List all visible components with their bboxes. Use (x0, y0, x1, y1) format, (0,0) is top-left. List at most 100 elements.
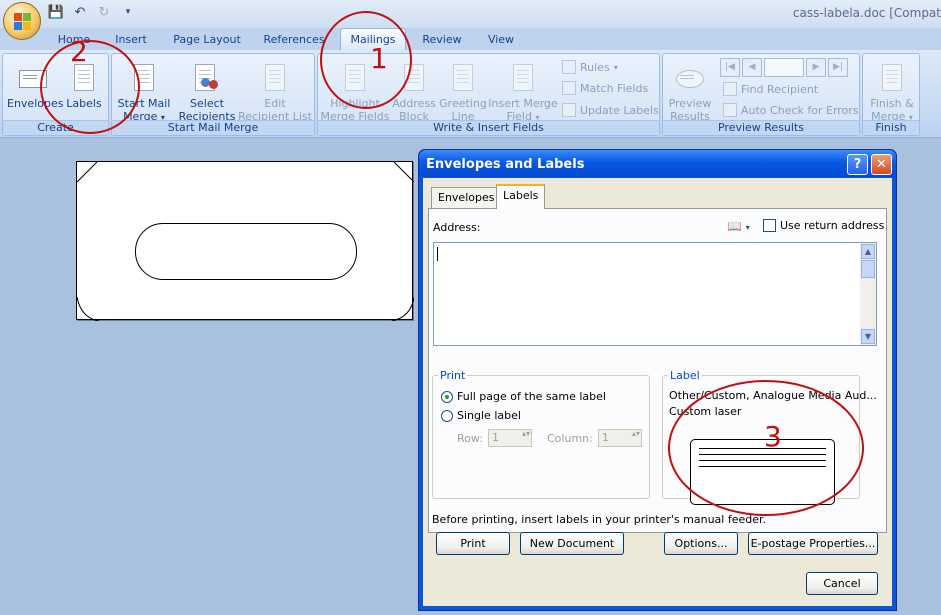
record-navigation: |◀ ◀ ▶ ▶| (720, 58, 848, 77)
row-label: Row: (457, 431, 483, 445)
insert-field-icon (507, 62, 539, 94)
undo-icon[interactable]: ↶ (72, 4, 88, 20)
auto-check-errors-button[interactable]: Auto Check for Errors (723, 103, 859, 117)
select-recipients-line1: Select (190, 97, 224, 110)
tab-labels[interactable]: Labels (496, 184, 546, 209)
scroll-thumb[interactable] (861, 260, 875, 278)
close-button[interactable]: ✕ (871, 154, 892, 175)
row-spinner[interactable]: Row: 1 (457, 429, 532, 447)
insert-merge-field-button[interactable]: Insert Merge Field ▾ (488, 62, 558, 124)
tab-envelopes[interactable]: Envelopes (431, 187, 502, 208)
redo-icon[interactable]: ↻ (96, 4, 112, 20)
find-recipient-label: Find Recipient (741, 82, 819, 96)
group-start-mail-merge-label: Start Mail Merge (112, 120, 314, 135)
match-fields-label: Match Fields (580, 81, 649, 95)
text-cursor (437, 247, 438, 261)
edit-list-icon (259, 62, 291, 94)
tab-review[interactable]: Review (420, 31, 464, 50)
full-page-label: Full page of the same label (457, 390, 606, 403)
tab-references[interactable]: References (261, 31, 327, 50)
radio-dot (441, 390, 453, 403)
print-group: Print Full page of the same label Single… (432, 369, 650, 499)
group-start-mail-merge: Start Mail Merge ▾ Select Recipients ▾ E… (111, 53, 315, 136)
address-scrollbar[interactable]: ▲ ▼ (860, 243, 876, 345)
edit-recipient-line1: Edit (264, 97, 286, 110)
group-finish: Finish & Merge ▾ Finish (862, 53, 920, 136)
label-shape (135, 223, 357, 280)
update-labels-label: Update Labels (580, 103, 659, 117)
full-page-radio[interactable]: Full page of the same label (441, 390, 606, 403)
address-line1: Address (392, 97, 436, 110)
group-preview-label: Preview Results (663, 120, 859, 135)
annotation-circle-2 (40, 40, 140, 134)
finish-merge-icon (876, 62, 908, 94)
checkbox-box (763, 219, 776, 232)
auto-check-label: Auto Check for Errors (741, 103, 859, 117)
save-icon[interactable]: 💾 (48, 4, 64, 20)
label-group-legend: Label (668, 369, 702, 382)
finish-merge-button[interactable]: Finish & Merge ▾ (865, 62, 919, 124)
preview-line1: Preview (668, 97, 712, 110)
title-bar: 💾 ↶ ↻ ▾ cass-labela.doc [Compat (0, 0, 941, 28)
annotation-circle-1 (320, 11, 412, 109)
preview-icon (674, 62, 706, 94)
options-button[interactable]: Options... (664, 532, 738, 555)
annotation-number-1: 1 (370, 42, 388, 75)
document-title: cass-labela.doc [Compat (792, 6, 941, 20)
finish-line1: Finish & (870, 97, 914, 110)
annotation-number-2: 2 (70, 35, 88, 68)
envelopes-labels-dialog: Envelopes and Labels ? ✕ Envelopes Label… (418, 149, 897, 611)
address-textarea[interactable]: ▲ ▼ (433, 242, 877, 346)
single-label-radio[interactable]: Single label (441, 409, 521, 422)
help-button[interactable]: ? (847, 154, 868, 175)
last-record-icon[interactable]: ▶| (828, 58, 848, 77)
greeting-icon (447, 62, 479, 94)
use-return-address-label: Use return address (780, 219, 885, 232)
use-return-address-checkbox[interactable]: Use return address (763, 219, 884, 232)
tab-view[interactable]: View (484, 31, 518, 50)
preview-results-button[interactable]: Preview Results (665, 62, 715, 123)
match-fields-icon (562, 81, 576, 95)
dropdown-arrow-icon: ▾ (613, 62, 618, 72)
single-label-label: Single label (457, 409, 521, 422)
recipients-icon (191, 62, 223, 94)
address-book-icon[interactable]: 📖 ▾ (727, 219, 750, 233)
ribbon: Envelopes Labels Create Start Mail Merge… (0, 50, 941, 138)
greeting-line-button[interactable]: Greeting Line (438, 62, 488, 123)
new-document-button[interactable]: New Document (520, 532, 624, 555)
match-fields-button[interactable]: Match Fields (562, 81, 648, 95)
epostage-properties-button[interactable]: E-postage Properties... (748, 532, 878, 555)
ribbon-tabs: Home Insert Page Layout References Maili… (0, 28, 941, 50)
update-labels-button[interactable]: Update Labels (562, 103, 659, 117)
next-record-icon[interactable]: ▶ (806, 58, 826, 77)
cancel-button[interactable]: Cancel (806, 572, 878, 595)
label-page[interactable] (76, 161, 414, 321)
print-group-legend: Print (438, 369, 468, 382)
rules-button[interactable]: Rules ▾ (562, 60, 618, 74)
scroll-down-icon[interactable]: ▼ (861, 329, 875, 344)
tab-page-layout[interactable]: Page Layout (170, 31, 244, 50)
edit-recipient-list-button[interactable]: Edit Recipient List (236, 62, 314, 123)
row-value[interactable]: 1 (487, 429, 532, 447)
find-recipient-icon (723, 82, 737, 96)
rules-label: Rules (580, 60, 610, 74)
greeting-line1: Greeting (439, 97, 487, 110)
address-label: Address: (433, 221, 481, 234)
first-record-icon[interactable]: |◀ (720, 58, 740, 77)
print-button[interactable]: Print (436, 532, 510, 555)
office-button[interactable] (3, 2, 41, 40)
update-labels-icon (562, 103, 576, 117)
radio-dot (441, 409, 453, 422)
column-label: Column: (547, 431, 593, 445)
record-number-field[interactable] (764, 58, 804, 77)
annotation-number-3: 3 (764, 420, 782, 453)
rules-icon (562, 60, 576, 74)
group-finish-label: Finish (863, 120, 919, 135)
previous-record-icon[interactable]: ◀ (742, 58, 762, 77)
column-value[interactable]: 1 (597, 429, 642, 447)
find-recipient-button[interactable]: Find Recipient (723, 82, 818, 96)
scroll-up-icon[interactable]: ▲ (861, 244, 875, 259)
customize-icon[interactable]: ▾ (120, 4, 136, 20)
column-spinner[interactable]: Column: 1 (547, 429, 642, 447)
printer-note: Before printing, insert labels in your p… (432, 513, 767, 526)
